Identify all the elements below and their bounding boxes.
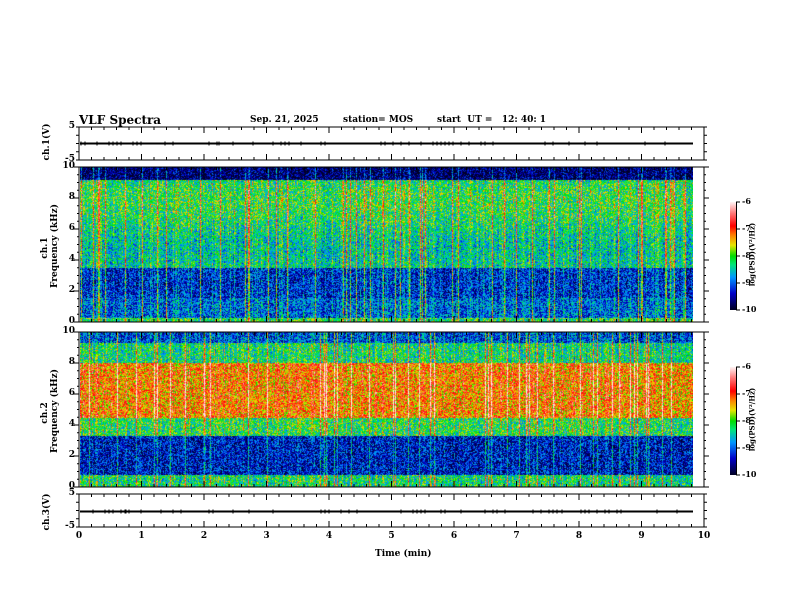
x-tick-label: 10 <box>697 531 711 541</box>
y-tick-label: 8 <box>68 192 75 202</box>
x-tick-label: 3 <box>263 531 270 541</box>
y-tick-label: 0 <box>68 316 75 326</box>
y-tick-label: 10 <box>62 161 75 171</box>
colorbar-label: log(PSD)(V²/Hz) <box>747 222 757 287</box>
y-tick-label: 4 <box>68 254 75 264</box>
panel-frame <box>78 166 705 323</box>
x-tick-label: 7 <box>513 531 520 541</box>
x-tick-label: 4 <box>325 531 333 541</box>
y-tick-label: 6 <box>68 388 75 398</box>
y-tick-label: 10 <box>62 326 75 336</box>
x-tick-label: 8 <box>575 531 583 541</box>
x-tick-label: 2 <box>200 531 208 541</box>
y-tick-label: 5 <box>68 121 75 131</box>
y-tick-label: 2 <box>68 450 75 460</box>
x-tick-label: 0 <box>75 531 83 541</box>
colorbar-tick-label: -10 <box>742 304 757 314</box>
y-tick-label: -5 <box>65 521 75 531</box>
colorbar-tick-label: -6 <box>742 196 751 206</box>
y-tick-label: 2 <box>68 285 75 295</box>
x-tick-label: 6 <box>450 531 458 541</box>
x-tick-label: 9 <box>638 531 645 541</box>
x-tick-label: 5 <box>388 531 395 541</box>
y-tick-label: 4 <box>68 419 75 429</box>
x-tick-label: 1 <box>138 531 145 541</box>
colorbar-label: log(PSD)(V²/Hz) <box>747 387 757 452</box>
colorbar-tick-label: -10 <box>742 469 757 479</box>
plot-axes <box>74 126 740 528</box>
y-tick-label: 8 <box>68 357 75 367</box>
colorbar-tick-label: -6 <box>742 361 751 371</box>
y-tick-label: 6 <box>68 223 75 233</box>
panel-frame <box>78 331 705 488</box>
y-tick-label: 5 <box>68 488 75 498</box>
